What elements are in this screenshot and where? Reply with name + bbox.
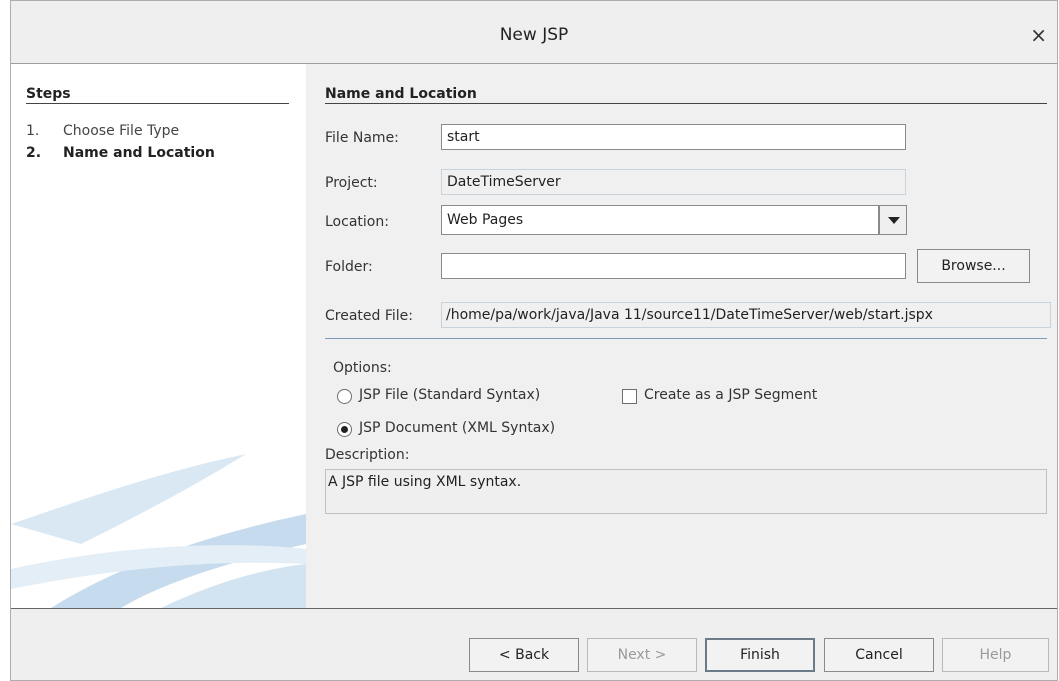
description-label: Description: [325, 447, 410, 463]
new-jsp-dialog: New JSP × Steps 1. Choose File Type 2. Nam… [10, 0, 1058, 681]
description-text: A JSP file using XML syntax. [325, 469, 1047, 514]
wizard-watermark-graphic [11, 454, 306, 608]
finish-button[interactable]: Finish [705, 638, 815, 672]
jsp-file-radio[interactable] [337, 389, 352, 404]
created-file-field: /home/pa/work/java/Java 11/source11/Date… [441, 302, 1051, 328]
step-label: Choose File Type [63, 123, 180, 139]
file-name-input[interactable]: start [441, 124, 906, 150]
jsp-segment-checkbox-label[interactable]: Create as a JSP Segment [644, 387, 817, 403]
jsp-document-radio-label[interactable]: JSP Document (XML Syntax) [359, 420, 555, 436]
dialog-title: New JSP [499, 25, 569, 45]
steps-heading: Steps [26, 86, 71, 102]
name-location-panel: Name and Location File Name: start Proje… [306, 64, 1057, 608]
jsp-document-radio[interactable] [337, 422, 352, 437]
file-name-label: File Name: [325, 130, 399, 146]
step-label: Name and Location [63, 145, 215, 161]
step-number: 2. [26, 145, 42, 161]
folder-label: Folder: [325, 259, 373, 275]
chevron-down-icon[interactable] [879, 205, 907, 235]
step-number: 1. [26, 123, 40, 139]
created-file-label: Created File: [325, 308, 413, 324]
steps-divider [26, 103, 289, 104]
section-heading: Name and Location [325, 86, 477, 102]
options-label: Options: [333, 360, 392, 376]
location-select[interactable]: Web Pages [441, 205, 879, 235]
next-button[interactable]: Next > [587, 638, 697, 672]
step-name-and-location: 2. Name and Location [26, 145, 215, 161]
location-label: Location: [325, 214, 389, 230]
button-bar: < Back Next > Finish Cancel Help [11, 608, 1057, 680]
jsp-file-radio-label[interactable]: JSP File (Standard Syntax) [359, 387, 540, 403]
project-label: Project: [325, 175, 378, 191]
cancel-button[interactable]: Cancel [824, 638, 934, 672]
section-divider [325, 103, 1047, 104]
jsp-segment-checkbox[interactable] [622, 389, 637, 404]
step-choose-file-type: 1. Choose File Type [26, 123, 179, 139]
steps-panel: Steps 1. Choose File Type 2. Name and Loca… [11, 64, 306, 608]
options-divider [325, 338, 1047, 339]
back-button[interactable]: < Back [469, 638, 579, 672]
project-field: DateTimeServer [441, 169, 906, 195]
browse-button[interactable]: Browse... [917, 249, 1030, 283]
folder-input[interactable] [441, 253, 906, 279]
close-icon[interactable]: × [1030, 23, 1047, 47]
title-bar: New JSP × [11, 1, 1057, 64]
help-button[interactable]: Help [942, 638, 1049, 672]
